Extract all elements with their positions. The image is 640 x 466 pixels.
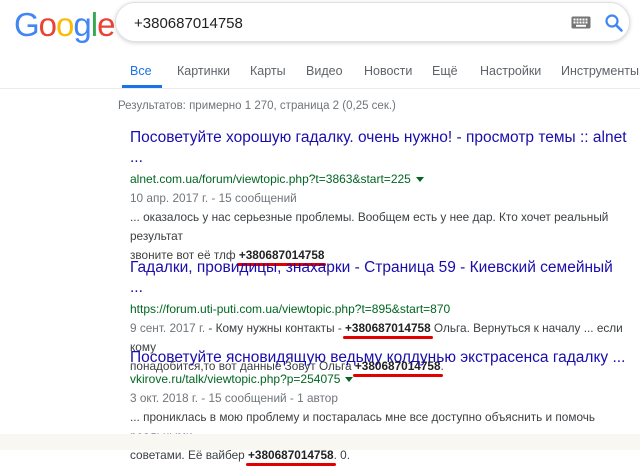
tab-maps[interactable]: Карты xyxy=(250,64,286,78)
bottom-strip xyxy=(0,434,640,450)
tab-all[interactable]: Все xyxy=(130,64,152,78)
logo-letter: o xyxy=(38,6,57,43)
logo-letter: o xyxy=(56,6,74,43)
google-logo[interactable]: Google xyxy=(14,6,115,43)
dropdown-arrow-icon[interactable] xyxy=(345,377,354,383)
result-title-link[interactable]: Гадалки, провидицы, знахарки - Страница … xyxy=(130,258,630,298)
tab-more[interactable]: Ещё xyxy=(432,64,458,78)
tab-news[interactable]: Новости xyxy=(364,64,412,78)
logo-letter: g xyxy=(73,6,91,43)
result-date: 9 сент. 2017 г. xyxy=(130,321,206,335)
search-result: Посоветуйте хорошую гадалку. очень нужно… xyxy=(130,128,630,265)
result-snippet: 3 окт. 2018 г. - 15 сообщений - 1 автор … xyxy=(130,391,596,462)
logo-letter: G xyxy=(14,6,40,43)
keyboard-icon[interactable] xyxy=(571,16,591,29)
tab-video[interactable]: Видео xyxy=(306,64,343,78)
result-url[interactable]: vkirove.ru/talk/viewtopic.php?p=254075 xyxy=(130,371,630,387)
tab-images[interactable]: Картинки xyxy=(177,64,230,78)
result-url[interactable]: alnet.com.ua/forum/viewtopic.php?t=3863&… xyxy=(130,171,630,187)
result-snippet: 10 апр. 2017 г. - 15 сообщений ... оказа… xyxy=(130,191,609,262)
tab-tools[interactable]: Инструменты xyxy=(561,64,639,78)
result-url[interactable]: https://forum.uti-puti.com.ua/viewtopic.… xyxy=(130,301,630,317)
dropdown-arrow-icon[interactable] xyxy=(415,177,424,183)
magnifier-icon[interactable] xyxy=(604,13,624,33)
search-tabs: Все Картинки Карты Видео Новости Ещё Нас… xyxy=(0,56,640,88)
result-title-link[interactable]: Посоветуйте ясновидящую ведьму колдунью … xyxy=(130,348,630,368)
divider xyxy=(0,88,640,89)
logo-letter: e xyxy=(97,6,115,43)
search-box xyxy=(115,2,630,42)
result-title-link[interactable]: Посоветуйте хорошую гадалку. очень нужно… xyxy=(130,128,630,168)
result-date: 3 окт. 2018 г. - 15 сообщений - 1 автор xyxy=(130,391,338,405)
search-input[interactable] xyxy=(132,11,556,35)
bold-phone: +380687014758 xyxy=(345,321,431,335)
highlighted-phone: +380687014758 xyxy=(248,448,334,462)
result-date: 10 апр. 2017 г. - 15 сообщений xyxy=(130,191,297,205)
tab-settings[interactable]: Настройки xyxy=(480,64,541,78)
result-stats: Результатов: примерно 1 270, страница 2 … xyxy=(118,100,396,112)
